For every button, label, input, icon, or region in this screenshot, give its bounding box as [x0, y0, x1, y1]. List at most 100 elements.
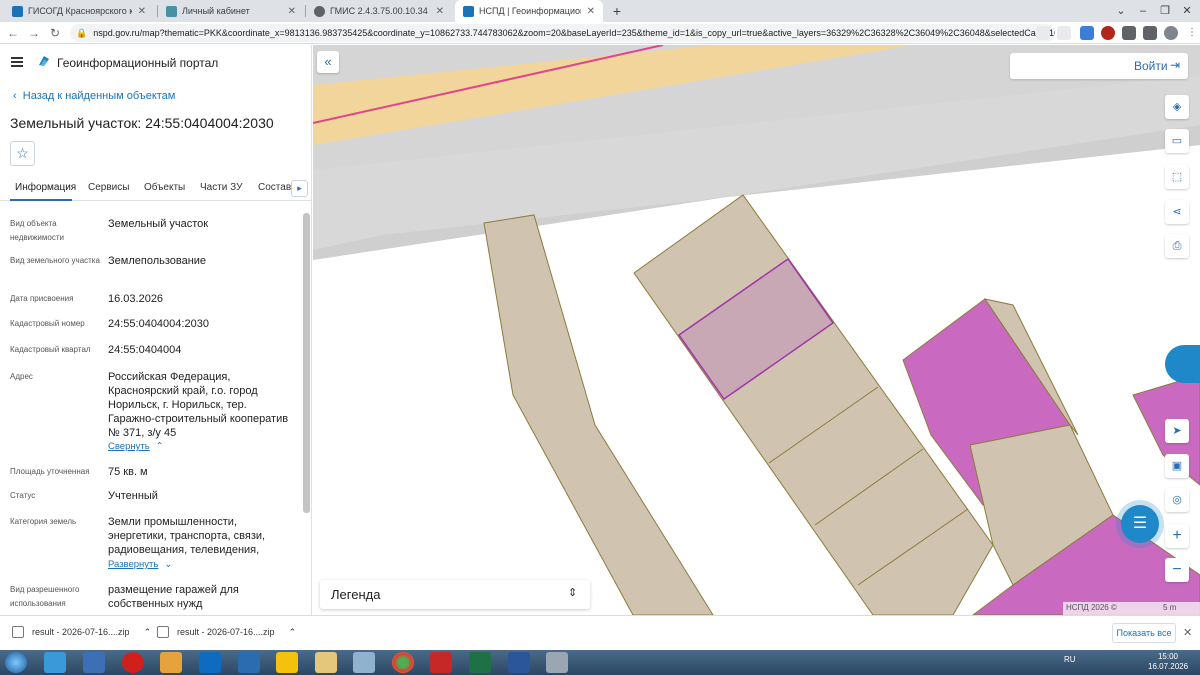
- tab-search-icon[interactable]: ⌄: [1110, 0, 1132, 22]
- tabs-scroll-right-button[interactable]: ▸: [291, 180, 308, 197]
- back-arrow-icon[interactable]: ←: [5, 25, 21, 41]
- profile-avatar-icon[interactable]: [1164, 26, 1178, 40]
- outlook-icon[interactable]: [199, 652, 221, 673]
- browser-tab-gisogd[interactable]: ГИСОГД Красноярского края ✕: [4, 0, 154, 22]
- zoom-out-icon[interactable]: −: [1165, 558, 1189, 582]
- app-icon[interactable]: [353, 652, 375, 673]
- archive-file-icon: [157, 626, 169, 638]
- new-tab-icon[interactable]: +: [608, 2, 626, 20]
- excel-icon[interactable]: [469, 652, 491, 673]
- property-value: Учтенный: [108, 490, 158, 502]
- opera-icon[interactable]: [122, 652, 144, 673]
- hamburger-menu-icon[interactable]: [11, 57, 23, 67]
- ie-browser-icon[interactable]: [44, 652, 66, 673]
- yandex-browser-icon[interactable]: [276, 652, 298, 673]
- property-label: Категория земель: [10, 517, 77, 526]
- pdf-reader-icon[interactable]: [430, 652, 452, 673]
- close-window-icon[interactable]: ✕: [1176, 0, 1198, 22]
- portal-logo-icon: [39, 56, 49, 66]
- lync-icon[interactable]: [238, 652, 260, 673]
- expand-link[interactable]: Развернуть ⌄: [108, 559, 172, 570]
- share-icon[interactable]: [1036, 26, 1050, 40]
- chrome-icon[interactable]: [392, 652, 414, 673]
- chat-icon[interactable]: ☰: [1121, 505, 1159, 543]
- tab-info[interactable]: Информация: [15, 182, 76, 193]
- reload-icon[interactable]: ↻: [47, 25, 63, 41]
- forward-arrow-icon[interactable]: →: [26, 25, 42, 41]
- locate-icon[interactable]: ◎: [1165, 488, 1189, 512]
- tab-objects[interactable]: Объекты: [144, 182, 185, 193]
- app-icon[interactable]: [546, 652, 568, 673]
- chevron-up-icon[interactable]: ⌃: [289, 627, 297, 638]
- property-value: 75 кв. м: [108, 466, 148, 478]
- map-attribution: НСПД 2026 © 5 m: [1063, 602, 1200, 615]
- feedback-tab-icon[interactable]: [1165, 345, 1200, 383]
- show-all-button[interactable]: Показать все: [1112, 623, 1176, 643]
- property-value: 24:55:0404004:2030: [108, 318, 209, 330]
- panel-scrollbar[interactable]: [303, 213, 310, 513]
- object-card-panel: Геоинформационный портал ‹ Назад к найде…: [0, 45, 312, 615]
- property-label: Вид объекта недвижимости: [10, 219, 64, 242]
- collapse-panel-button[interactable]: «: [317, 51, 339, 73]
- browser-tab-strip: ГИСОГД Красноярского края ✕ Личный кабин…: [0, 0, 1200, 22]
- layers-icon[interactable]: ◈: [1165, 95, 1189, 119]
- tab-title: ГИСОГД Красноярского края: [28, 6, 132, 16]
- share-icon[interactable]: ⋖: [1165, 200, 1189, 224]
- cadastral-map[interactable]: [313, 45, 1200, 615]
- collapse-link[interactable]: Свернуть ⌃: [108, 441, 164, 452]
- tab-parts[interactable]: Части ЗУ: [200, 182, 242, 193]
- word-icon[interactable]: [508, 652, 530, 673]
- extension-icon[interactable]: [1101, 26, 1115, 40]
- maximize-icon[interactable]: ❐: [1154, 0, 1176, 22]
- puzzle-icon[interactable]: [1122, 26, 1136, 40]
- extension-icon[interactable]: [1080, 26, 1094, 40]
- close-tab-icon[interactable]: ✕: [436, 6, 444, 17]
- menu-dots-icon[interactable]: ⋮: [1185, 26, 1199, 40]
- close-tab-icon[interactable]: ✕: [288, 6, 296, 17]
- archive-file-icon: [12, 626, 24, 638]
- tab-title: ГМИС 2.4.3.75.00.10.34: [330, 6, 428, 16]
- property-value: 24:55:0404004: [108, 344, 182, 356]
- property-value: размещение гаражей для собственных нужд: [108, 584, 239, 610]
- minimap-icon[interactable]: ▣: [1165, 454, 1189, 478]
- download-item[interactable]: result - 2026-07-16....zip ⌃: [12, 626, 151, 638]
- ruler-icon[interactable]: ▭: [1165, 129, 1189, 153]
- media-player-icon[interactable]: [160, 652, 182, 673]
- navigate-arrow-icon[interactable]: ➤: [1165, 419, 1189, 443]
- browser-tab-cabinet[interactable]: Личный кабинет ✕: [158, 0, 304, 22]
- back-to-results-link[interactable]: ‹ Назад к найденным объектам: [13, 90, 175, 102]
- close-tab-icon[interactable]: ✕: [587, 6, 595, 17]
- gisogd-favicon-icon: [12, 5, 23, 17]
- minimize-icon[interactable]: –: [1132, 0, 1154, 22]
- clock-date: 16.07.2026: [1148, 662, 1189, 671]
- download-item[interactable]: result - 2026-07-16....zip ⌃: [157, 626, 296, 638]
- sidepanel-icon[interactable]: [1143, 26, 1157, 40]
- favorite-star-button[interactable]: ☆: [10, 141, 35, 166]
- cabinet-favicon-icon: [166, 5, 177, 17]
- zoom-in-icon[interactable]: +: [1165, 524, 1189, 548]
- browser-tab-gmis[interactable]: ГМИС 2.4.3.75.00.10.34 ✕: [306, 0, 452, 22]
- close-tab-icon[interactable]: ✕: [138, 6, 146, 17]
- start-button-icon[interactable]: [5, 652, 27, 673]
- active-tab-indicator: [10, 199, 72, 201]
- browser-tab-nspd[interactable]: НСПД | Геоинформационный п ✕: [455, 0, 603, 22]
- tab-services[interactable]: Сервисы: [88, 182, 129, 193]
- property-label: Площадь уточненная: [10, 467, 90, 476]
- map-canvas[interactable]: « Войти ⇥ ◈ ▭ ⬚ ⋖ ⎙ ➤ ▣ ◎ + − ☰ Легенда …: [313, 45, 1200, 615]
- address-bar: ← → ↻ 🔒 nspd.gov.ru/map?thematic=PKK&coo…: [0, 22, 1200, 44]
- select-area-icon[interactable]: ⬚: [1165, 165, 1189, 189]
- print-icon[interactable]: ⎙: [1165, 234, 1189, 258]
- app-icon[interactable]: [83, 652, 105, 673]
- bookmark-star-icon[interactable]: [1057, 26, 1071, 40]
- clock[interactable]: 15:00 16.07.2026: [1148, 652, 1188, 672]
- file-explorer-icon[interactable]: [315, 652, 337, 673]
- language-indicator[interactable]: RU: [1064, 655, 1076, 664]
- tab-composition[interactable]: Состав: [258, 182, 291, 193]
- url-input[interactable]: 🔒 nspd.gov.ru/map?thematic=PKK&coordinat…: [70, 24, 1055, 42]
- property-label: Вид разрешенного использования: [10, 585, 80, 608]
- legend-dropdown[interactable]: Легенда ⇕: [320, 580, 590, 609]
- url-text: nspd.gov.ru/map?thematic=PKK&coordinate_…: [93, 28, 1055, 38]
- login-button[interactable]: Войти ⇥: [1010, 53, 1188, 79]
- chevron-up-icon[interactable]: ⌃: [144, 627, 152, 638]
- close-icon[interactable]: ✕: [1183, 626, 1192, 639]
